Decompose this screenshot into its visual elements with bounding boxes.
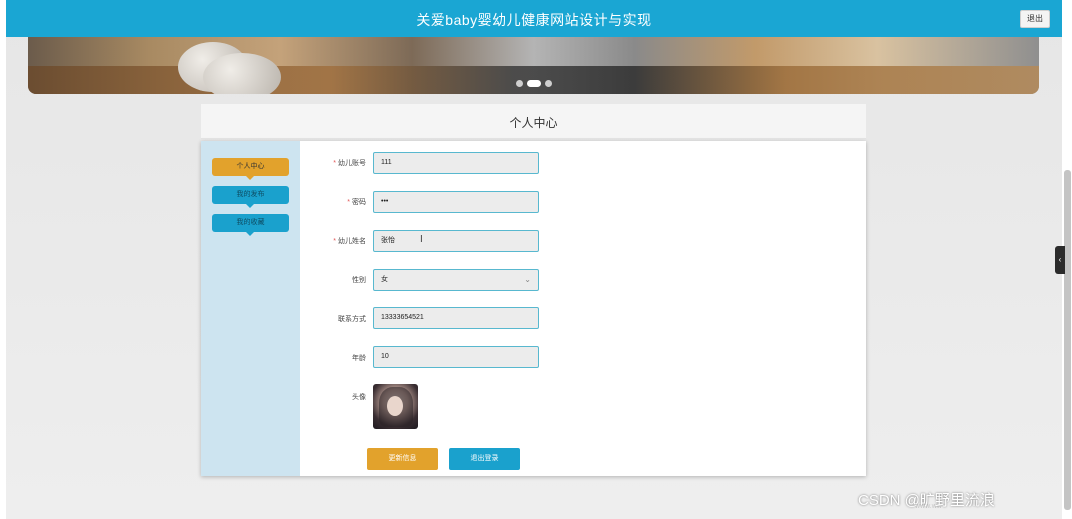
- banner-ball: [203, 53, 281, 94]
- sidebar-item-my-favorites[interactable]: 我的收藏: [212, 214, 289, 236]
- chevron-left-icon[interactable]: ‹: [1055, 246, 1065, 274]
- field-label-gender: 性别: [352, 277, 366, 284]
- chevron-down-icon: ⌄: [524, 275, 531, 284]
- gender-value: 女: [381, 276, 388, 283]
- text-cursor-icon: I: [420, 234, 423, 245]
- logout-button[interactable]: 退出: [1020, 10, 1050, 28]
- password-input[interactable]: •••: [373, 191, 539, 213]
- field-label-age: 年龄: [352, 355, 366, 362]
- vertical-scrollbar[interactable]: [1064, 170, 1071, 510]
- site-title: 关爱baby婴幼儿健康网站设计与实现: [416, 12, 652, 28]
- top-navbar: 关爱baby婴幼儿健康网站设计与实现 退出: [6, 0, 1062, 37]
- avatar-face: [387, 396, 403, 416]
- carousel-dot[interactable]: [516, 80, 523, 87]
- child-name-input[interactable]: 张怡 I: [373, 230, 539, 252]
- field-label-child-name: * 幼儿姓名: [333, 238, 366, 245]
- carousel-dot-active[interactable]: [527, 80, 541, 87]
- logout-account-button[interactable]: 退出登录: [449, 448, 520, 470]
- gender-select[interactable]: 女 ⌄: [373, 269, 539, 291]
- panel-header: 个人中心: [201, 104, 866, 139]
- carousel-indicators: [516, 80, 552, 87]
- account-input[interactable]: 111: [373, 152, 539, 174]
- field-label-avatar: 头像: [352, 394, 366, 401]
- sidebar: 个人中心 我的发布 我的收藏: [201, 141, 300, 476]
- age-input[interactable]: 10: [373, 346, 539, 368]
- field-label-contact: 联系方式: [338, 316, 366, 323]
- avatar[interactable]: [373, 384, 418, 429]
- contact-input[interactable]: 13333654521: [373, 307, 539, 329]
- update-info-button[interactable]: 更新信息: [367, 448, 438, 470]
- panel-title: 个人中心: [509, 116, 558, 130]
- carousel-dot[interactable]: [545, 80, 552, 87]
- child-name-value: 张怡: [381, 237, 395, 244]
- sidebar-item-my-posts[interactable]: 我的发布: [212, 186, 289, 208]
- field-label-password: * 密码: [347, 199, 366, 206]
- watermark: CSDN @旷野里流浪: [858, 492, 995, 509]
- sidebar-item-profile[interactable]: 个人中心: [212, 158, 289, 180]
- profile-panel: 个人中心 我的发布 我的收藏 * 幼儿账号 111 * 密码 ••• * 幼儿姓名 张…: [201, 141, 866, 476]
- field-label-account: * 幼儿账号: [333, 160, 366, 167]
